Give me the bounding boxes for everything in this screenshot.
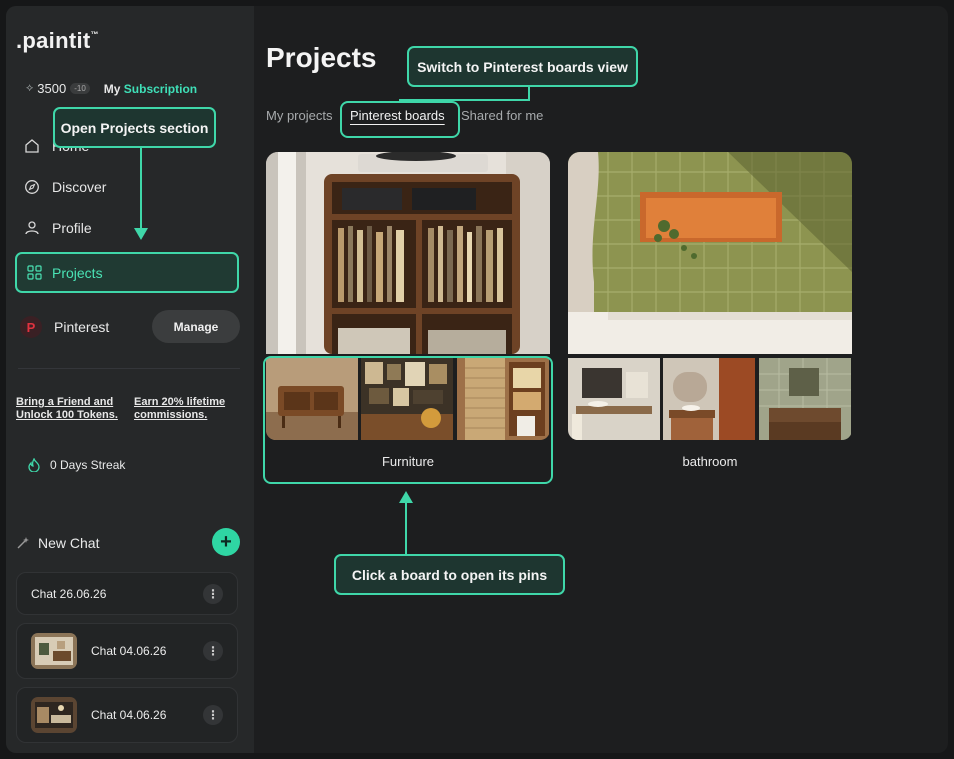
- callout-arrow-line: [399, 99, 530, 101]
- app-window: .paintit™ ⟡ 3500 -10 My Subscription Hom…: [6, 6, 948, 753]
- board-pin-previews: [568, 358, 852, 440]
- chat-item[interactable]: Chat 04.06.26 ⋮: [16, 623, 238, 679]
- app-logo[interactable]: .paintit™: [16, 28, 99, 54]
- new-chat-button[interactable]: +: [212, 528, 240, 556]
- sparkle-icon: [16, 536, 30, 550]
- pinterest-logo-icon: P: [20, 316, 42, 338]
- chat-item[interactable]: Chat 26.06.26 ⋮: [16, 572, 238, 615]
- plus-icon: +: [220, 531, 232, 553]
- streak-indicator: 0 Days Streak: [28, 458, 125, 472]
- callout-arrow-line: [140, 148, 142, 228]
- compass-icon: [24, 179, 40, 195]
- sidebar-item-label: Projects: [52, 264, 103, 281]
- callout-open-projects: Open Projects section: [53, 107, 216, 148]
- user-icon: [24, 220, 40, 236]
- referral-link[interactable]: Bring a Friend and Unlock 100 Tokens.: [16, 396, 126, 422]
- more-options-icon[interactable]: ⋮: [203, 583, 223, 604]
- board-card-bathroom[interactable]: bathroom: [568, 152, 852, 469]
- token-balance: ⟡ 3500 -10 My Subscription: [26, 81, 197, 96]
- chat-item-label: Chat 04.06.26: [91, 644, 167, 658]
- arrow-up-icon: [399, 491, 413, 503]
- pin-thumbnail: [663, 358, 756, 440]
- more-options-icon[interactable]: ⋮: [203, 705, 223, 725]
- new-chat-label: New Chat: [38, 535, 100, 551]
- page-title: Projects: [266, 42, 377, 73]
- commission-link[interactable]: Earn 20% lifetime commissions.: [134, 396, 244, 422]
- sidebar-item-profile[interactable]: Profile: [24, 220, 92, 236]
- board-cover-image: [266, 152, 550, 354]
- grid-icon: [27, 265, 42, 280]
- sidebar-item-label: Profile: [52, 220, 92, 236]
- token-delta-badge: -10: [70, 83, 90, 94]
- chat-item-label: Chat 26.06.26: [31, 586, 107, 601]
- home-icon: [24, 138, 40, 154]
- callout-open-board: Click a board to open its pins: [334, 554, 565, 595]
- pinterest-connection: P Pinterest Manage: [20, 310, 240, 344]
- chat-thumbnail: [31, 633, 77, 669]
- pin-thumbnail: [758, 358, 852, 440]
- sidebar-item-discover[interactable]: Discover: [24, 179, 106, 195]
- new-chat-row[interactable]: New Chat +: [16, 528, 240, 558]
- flame-icon: [28, 458, 40, 472]
- tab-shared-for-me[interactable]: Shared for me: [461, 108, 543, 123]
- chat-item-label: Chat 04.06.26: [91, 708, 167, 722]
- sidebar-divider: [18, 368, 240, 369]
- sidebar-item-projects[interactable]: Projects: [15, 252, 239, 293]
- more-options-icon[interactable]: ⋮: [203, 641, 223, 661]
- chat-thumbnail: [31, 697, 77, 733]
- sidebar-item-label: Discover: [52, 179, 107, 195]
- tab-my-projects[interactable]: My projects: [266, 108, 332, 123]
- tab-highlight-outline: [340, 101, 460, 138]
- pin-thumbnail: [568, 358, 661, 440]
- board-name: bathroom: [682, 454, 738, 469]
- subscription-link[interactable]: My Subscription: [104, 82, 197, 96]
- streak-label: 0 Days Streak: [50, 458, 126, 472]
- token-count: 3500: [37, 81, 67, 96]
- manage-pinterest-button[interactable]: Manage: [152, 310, 240, 343]
- pinterest-label: Pinterest: [54, 319, 110, 335]
- chat-item[interactable]: Chat 04.06.26 ⋮: [16, 687, 238, 743]
- board-cover-image: [568, 152, 852, 354]
- callout-arrow-line: [405, 502, 407, 554]
- arrow-down-icon: [134, 228, 148, 240]
- board-highlight-outline: [263, 356, 553, 484]
- callout-switch-pinterest-view: Switch to Pinterest boards view: [407, 46, 638, 87]
- token-icon: ⟡: [26, 82, 34, 94]
